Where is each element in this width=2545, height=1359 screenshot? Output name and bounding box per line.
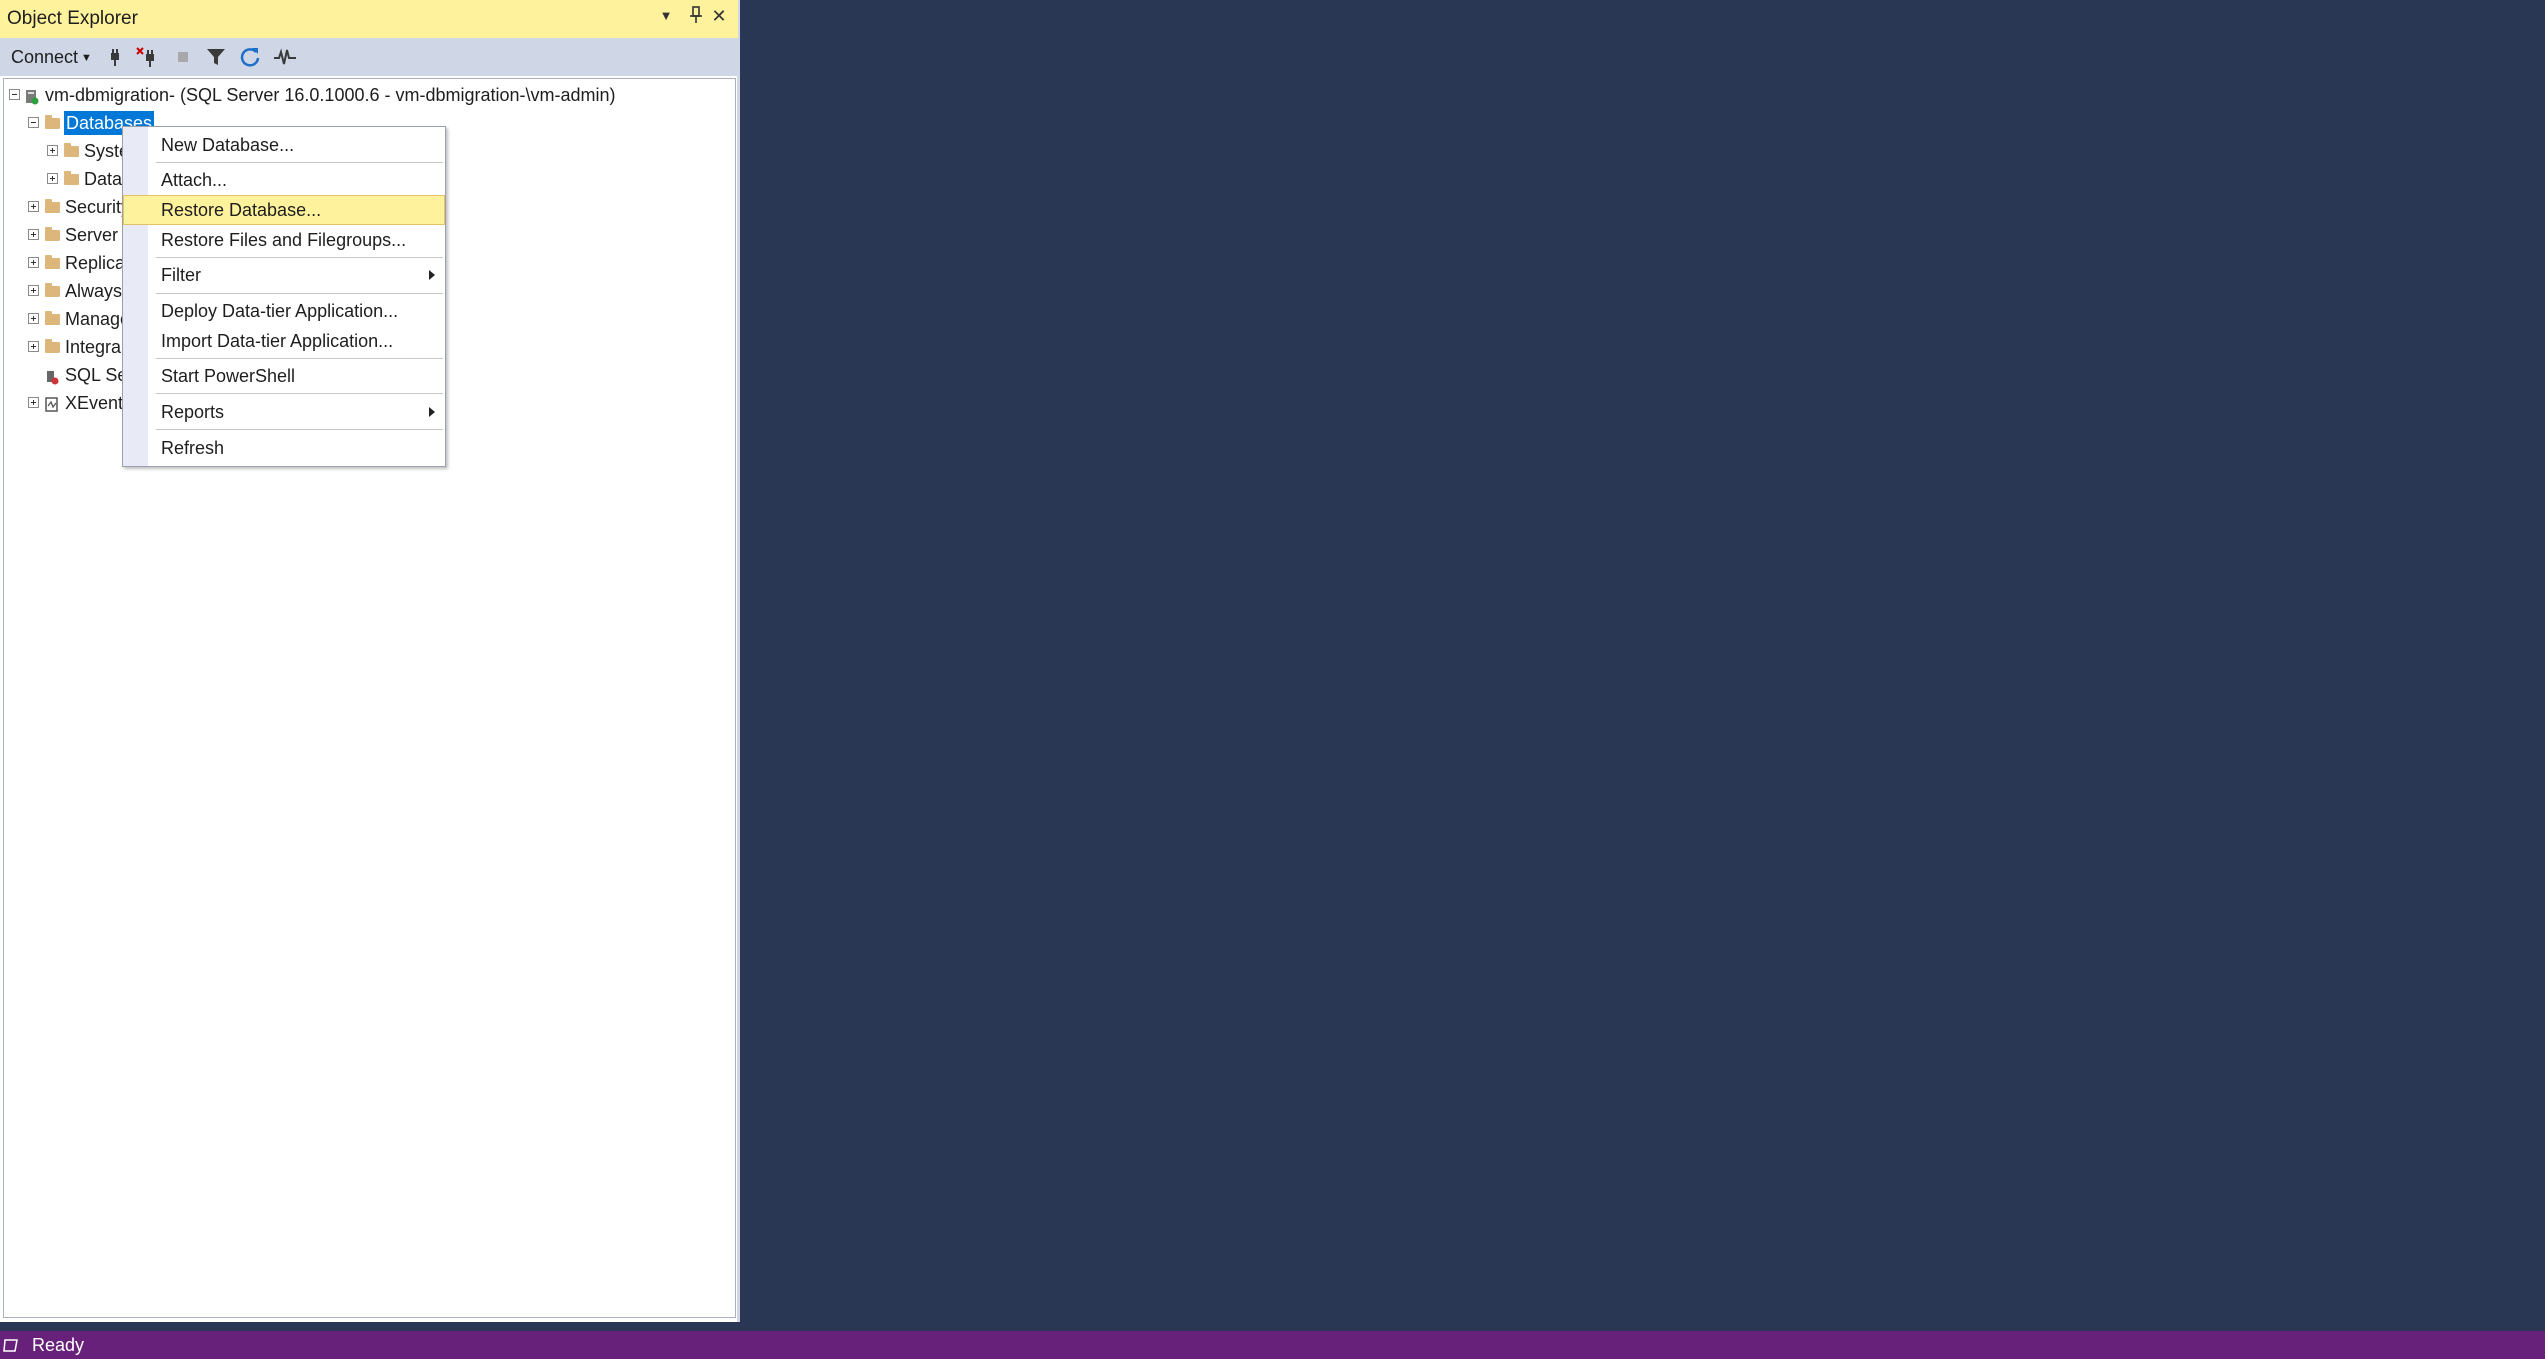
menu-item-refresh[interactable]: Refresh bbox=[124, 434, 444, 462]
tree-item-label: Always bbox=[65, 281, 123, 301]
expand-icon[interactable] bbox=[28, 341, 39, 352]
connect-label: Connect bbox=[11, 47, 79, 67]
tree-item-label: Server ( bbox=[65, 225, 130, 245]
tree-item-label: Replica bbox=[65, 253, 126, 273]
expand-icon[interactable] bbox=[47, 173, 58, 184]
folder-icon bbox=[64, 143, 79, 157]
xevent-icon bbox=[45, 395, 59, 419]
collapse-icon[interactable] bbox=[28, 117, 39, 128]
menu-separator bbox=[156, 429, 443, 430]
agent-icon bbox=[44, 367, 60, 391]
folder-icon bbox=[45, 339, 60, 353]
status-bar: Ready bbox=[0, 1331, 2545, 1359]
tree-item-label: Security bbox=[65, 197, 131, 217]
menu-item-restore-files-filegroups[interactable]: Restore Files and Filegroups... bbox=[124, 226, 444, 254]
menu-item-start-powershell[interactable]: Start PowerShell bbox=[124, 362, 444, 390]
status-text: Ready bbox=[32, 1335, 85, 1355]
menu-separator bbox=[156, 162, 443, 163]
menu-item-deploy-data-tier[interactable]: Deploy Data-tier Application... bbox=[124, 297, 444, 325]
collapse-icon[interactable] bbox=[9, 89, 20, 100]
menu-item-label: Attach... bbox=[161, 170, 228, 190]
menu-item-label: Restore Database... bbox=[161, 200, 322, 220]
expand-icon[interactable] bbox=[28, 313, 39, 324]
menu-separator bbox=[156, 293, 443, 294]
chevron-down-icon: ▼ bbox=[81, 52, 92, 64]
expand-icon[interactable] bbox=[28, 285, 39, 296]
menu-separator bbox=[156, 393, 443, 394]
menu-separator bbox=[156, 358, 443, 359]
menu-item-label: New Database... bbox=[161, 135, 295, 155]
filter-icon[interactable] bbox=[203, 44, 229, 70]
menu-item-new-database[interactable]: New Database... bbox=[124, 131, 444, 159]
connect-dropdown-button[interactable]: Connect ▼ bbox=[11, 47, 92, 68]
menu-item-label: Restore Files and Filegroups... bbox=[161, 230, 407, 250]
window-position-dropdown-icon[interactable]: ▼ bbox=[655, 8, 677, 23]
refresh-icon[interactable] bbox=[237, 44, 263, 70]
submenu-arrow-icon bbox=[429, 270, 435, 280]
menu-item-label: Filter bbox=[161, 265, 201, 285]
tree-item-label: XEvent bbox=[65, 393, 124, 413]
menu-item-label: Refresh bbox=[161, 438, 225, 458]
tree-item-label: Integra bbox=[65, 337, 122, 357]
folder-icon bbox=[45, 283, 60, 297]
server-node[interactable]: vm-dbmigration- (SQL Server 16.0.1000.6 … bbox=[4, 83, 724, 107]
submenu-arrow-icon bbox=[429, 407, 435, 417]
menu-item-label: Import Data-tier Application... bbox=[161, 331, 394, 351]
tree-item-label: Manage bbox=[65, 309, 131, 329]
server-icon bbox=[25, 87, 39, 111]
menu-item-label: Reports bbox=[161, 402, 225, 422]
menu-item-import-data-tier[interactable]: Import Data-tier Application... bbox=[124, 327, 444, 355]
menu-item-restore-database[interactable]: Restore Database... bbox=[123, 195, 445, 225]
folder-icon bbox=[45, 311, 60, 325]
close-icon[interactable]: ✕ bbox=[708, 6, 730, 27]
object-explorer-title-bar: Object Explorer ▼ ✕ bbox=[0, 0, 738, 38]
activity-monitor-icon[interactable] bbox=[272, 44, 298, 70]
menu-item-reports[interactable]: Reports bbox=[124, 398, 444, 426]
panel-title: Object Explorer bbox=[7, 8, 138, 29]
server-label: vm-dbmigration- (SQL Server 16.0.1000.6 … bbox=[45, 85, 616, 105]
pin-icon[interactable] bbox=[685, 6, 707, 29]
folder-icon bbox=[45, 255, 60, 269]
connect-plug-icon[interactable] bbox=[102, 44, 128, 70]
expand-icon[interactable] bbox=[28, 201, 39, 212]
expand-icon[interactable] bbox=[28, 229, 39, 240]
tree-item-label: Data bbox=[84, 169, 123, 189]
status-window-icon bbox=[3, 1337, 19, 1358]
tree-item-label: SQL Se bbox=[65, 365, 128, 385]
menu-item-label: Start PowerShell bbox=[161, 366, 296, 386]
disconnect-icon[interactable] bbox=[135, 44, 161, 70]
menu-separator bbox=[156, 257, 443, 258]
expand-icon[interactable] bbox=[28, 397, 39, 408]
folder-icon bbox=[45, 115, 60, 129]
folder-icon bbox=[64, 171, 79, 185]
folder-icon bbox=[45, 199, 60, 213]
expand-icon[interactable] bbox=[47, 145, 58, 156]
expand-icon[interactable] bbox=[28, 257, 39, 268]
menu-item-filter[interactable]: Filter bbox=[124, 261, 444, 289]
object-explorer-toolbar: Connect ▼ bbox=[0, 38, 738, 76]
menu-item-attach[interactable]: Attach... bbox=[124, 166, 444, 194]
databases-context-menu: New Database... Attach... Restore Databa… bbox=[122, 126, 446, 467]
stop-icon[interactable] bbox=[170, 44, 196, 70]
folder-icon bbox=[45, 227, 60, 241]
menu-item-label: Deploy Data-tier Application... bbox=[161, 301, 399, 321]
